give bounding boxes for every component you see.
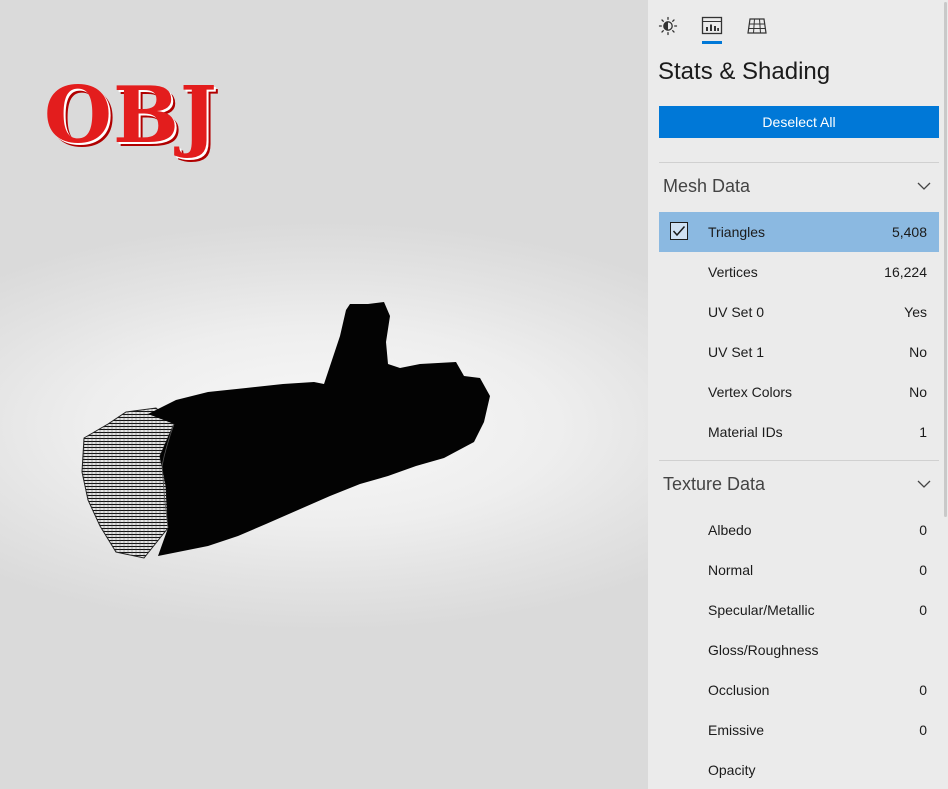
- stat-value: 0: [919, 682, 927, 698]
- texture-data-header[interactable]: Texture Data: [659, 461, 939, 507]
- stat-value: 0: [919, 562, 927, 578]
- stat-label: Albedo: [708, 522, 752, 538]
- stat-value: No: [909, 384, 927, 400]
- stat-label: Normal: [708, 562, 754, 578]
- texture-data-title: Texture Data: [663, 473, 766, 494]
- stat-row-emissive[interactable]: Emissive 0: [659, 710, 939, 750]
- chevron-down-icon: [917, 480, 931, 488]
- stat-row-uv-set-0[interactable]: UV Set 0 Yes: [659, 292, 939, 332]
- stat-value: No: [909, 344, 927, 360]
- stat-row-normal[interactable]: Normal 0: [659, 550, 939, 590]
- stat-value: 1: [919, 424, 927, 440]
- stat-value: 0: [919, 602, 927, 618]
- stat-value: 0: [919, 522, 927, 538]
- stat-label: UV Set 0: [708, 304, 765, 320]
- stat-label: Opacity: [708, 762, 756, 778]
- stat-label: Material IDs: [708, 424, 783, 440]
- stat-label: Triangles: [708, 224, 766, 240]
- stat-label: Emissive: [708, 722, 765, 738]
- mesh-data-header[interactable]: Mesh Data: [659, 163, 939, 209]
- stat-row-albedo[interactable]: Albedo 0: [659, 510, 939, 550]
- stat-row-vertices[interactable]: Vertices 16,224: [659, 252, 939, 292]
- stat-label: Occlusion: [708, 682, 770, 698]
- stat-label: Vertices: [708, 264, 758, 280]
- stat-row-triangles[interactable]: Triangles 5,408: [659, 212, 939, 252]
- hand-model-wireframe[interactable]: [78, 296, 498, 566]
- mesh-data-title: Mesh Data: [663, 175, 751, 196]
- obj-logo-text: OBJ: [44, 70, 218, 161]
- stats-icon: [701, 16, 723, 35]
- panel-tabs: [648, 8, 948, 48]
- panel-scrollbar[interactable]: [944, 2, 947, 517]
- stat-row-material-ids[interactable]: Material IDs 1: [659, 412, 939, 452]
- stat-row-opacity[interactable]: Opacity: [659, 750, 939, 789]
- stat-row-vertex-colors[interactable]: Vertex Colors No: [659, 372, 939, 412]
- stat-row-specular-metallic[interactable]: Specular/Metallic 0: [659, 590, 939, 630]
- stat-label: Vertex Colors: [708, 384, 793, 400]
- grid-icon: [747, 18, 767, 34]
- stat-label: UV Set 1: [708, 344, 765, 360]
- stat-value: 16,224: [884, 264, 927, 280]
- stat-value: Yes: [904, 304, 927, 320]
- tab-grid[interactable]: [740, 8, 774, 44]
- stat-row-gloss-roughness[interactable]: Gloss/Roughness: [659, 630, 939, 670]
- stat-label: Gloss/Roughness: [708, 642, 819, 658]
- stat-row-occlusion[interactable]: Occlusion 0: [659, 670, 939, 710]
- sun-icon: [658, 16, 678, 36]
- stat-row-uv-set-1[interactable]: UV Set 1 No: [659, 332, 939, 372]
- stats-shading-panel: Stats & Shading Deselect All Mesh Data T…: [648, 0, 948, 789]
- panel-title: Stats & Shading: [658, 58, 831, 85]
- chevron-down-icon: [917, 182, 931, 190]
- stat-value: 5,408: [891, 224, 927, 240]
- stat-label: Specular/Metallic: [708, 602, 815, 618]
- tab-lighting[interactable]: [651, 8, 685, 44]
- checkbox-checked-icon[interactable]: [670, 222, 688, 240]
- stat-value: 0: [919, 722, 927, 738]
- deselect-all-button[interactable]: Deselect All: [659, 106, 939, 138]
- tab-stats[interactable]: [695, 8, 729, 44]
- 3d-viewport[interactable]: OBJ: [0, 0, 648, 789]
